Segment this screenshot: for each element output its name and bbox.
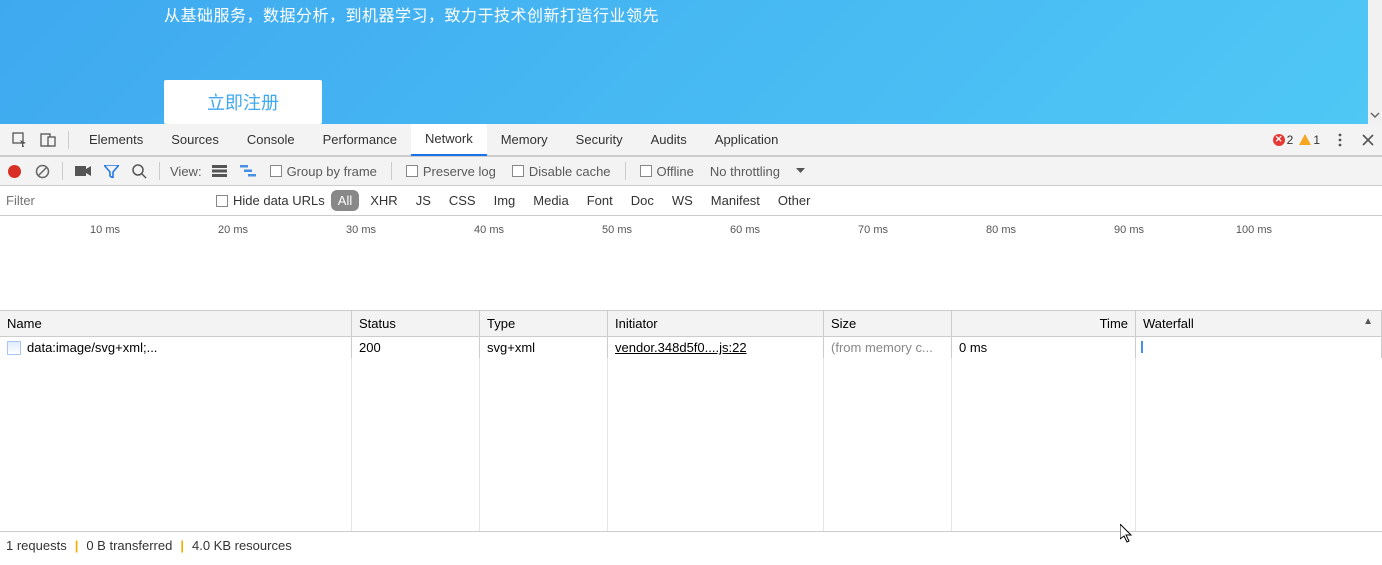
timeline-tick: 80 ms [986, 224, 1016, 236]
col-size[interactable]: Size [824, 311, 952, 336]
timeline-tick: 100 ms [1236, 224, 1272, 236]
hide-data-urls-label: Hide data URLs [233, 193, 325, 208]
hero-subtitle: 从基础服务，数据分析，到机器学习，致力于技术创新打造行业领先 [164, 2, 659, 26]
filter-type-ws[interactable]: WS [665, 190, 700, 211]
tab-audits[interactable]: Audits [637, 124, 701, 156]
file-icon [7, 341, 21, 355]
error-count[interactable]: ✕2 [1273, 133, 1294, 147]
tab-console[interactable]: Console [233, 124, 309, 156]
row-waterfall [1136, 337, 1382, 358]
warning-count[interactable]: 1 [1299, 133, 1320, 147]
clear-icon[interactable] [28, 156, 56, 186]
tab-security[interactable]: Security [562, 124, 637, 156]
col-status[interactable]: Status [352, 311, 480, 336]
filter-type-manifest[interactable]: Manifest [704, 190, 767, 211]
row-size: (from memory c... [824, 337, 952, 358]
row-status: 200 [352, 337, 480, 358]
inspect-element-icon[interactable] [6, 124, 34, 156]
preserve-log-checkbox[interactable]: Preserve log [398, 164, 504, 179]
tab-memory[interactable]: Memory [487, 124, 562, 156]
filter-type-doc[interactable]: Doc [624, 190, 661, 211]
kebab-menu-icon[interactable] [1326, 124, 1354, 156]
filter-icon[interactable] [97, 156, 125, 186]
filter-type-xhr[interactable]: XHR [363, 190, 404, 211]
table-row[interactable]: data:image/svg+xml;... 200svg+xml vendor.3… [0, 337, 1382, 358]
large-rows-icon[interactable] [206, 156, 234, 186]
col-time[interactable]: Time [952, 311, 1136, 336]
error-count-value: 2 [1287, 133, 1294, 147]
col-type[interactable]: Type [480, 311, 608, 336]
camera-icon[interactable] [69, 156, 97, 186]
tab-elements[interactable]: Elements [75, 124, 157, 156]
filter-type-css[interactable]: CSS [442, 190, 483, 211]
filter-type-all[interactable]: All [331, 190, 359, 211]
timeline-tick: 40 ms [474, 224, 504, 236]
row-time: 0 ms [952, 337, 1136, 358]
warning-count-value: 1 [1313, 133, 1320, 147]
page-scrollbar[interactable] [1368, 0, 1382, 124]
timeline-tick: 20 ms [218, 224, 248, 236]
filter-type-media[interactable]: Media [526, 190, 575, 211]
col-waterfall[interactable]: Waterfall▲ [1136, 311, 1382, 336]
sort-up-icon: ▲ [1363, 316, 1373, 327]
filter-type-img[interactable]: Img [487, 190, 523, 211]
row-type: svg+xml [480, 337, 608, 358]
waterfall-view-icon[interactable] [234, 156, 262, 186]
group-by-frame-checkbox[interactable]: Group by frame [262, 164, 385, 179]
timeline-tick: 10 ms [90, 224, 120, 236]
filter-input[interactable] [6, 189, 206, 212]
device-toolbar-icon[interactable] [34, 124, 62, 156]
status-resources: 4.0 KB resources [192, 538, 292, 553]
timeline-tick: 30 ms [346, 224, 376, 236]
register-button[interactable]: 立即注册 [164, 80, 322, 124]
view-label: View: [166, 164, 206, 179]
row-initiator[interactable]: vendor.348d5f0....js:22 [615, 340, 747, 355]
status-requests: 1 requests [6, 538, 67, 553]
filter-type-js[interactable]: JS [409, 190, 438, 211]
filter-type-other[interactable]: Other [771, 190, 818, 211]
timeline-tick: 60 ms [730, 224, 760, 236]
timeline-tick: 70 ms [858, 224, 888, 236]
group-by-frame-label: Group by frame [287, 164, 377, 179]
row-name: data:image/svg+xml;... [27, 340, 157, 355]
timeline-overview[interactable]: 10 ms 20 ms 30 ms 40 ms 50 ms 60 ms 70 ms 80 ms… [0, 216, 1382, 311]
tab-application[interactable]: Application [701, 124, 793, 156]
throttling-select[interactable]: No throttling [702, 164, 813, 179]
close-devtools-icon[interactable] [1354, 124, 1382, 156]
tab-performance[interactable]: Performance [309, 124, 411, 156]
tab-sources[interactable]: Sources [157, 124, 233, 156]
throttling-value: No throttling [710, 164, 780, 179]
offline-label: Offline [657, 164, 694, 179]
chevron-down-icon [1370, 110, 1380, 120]
disable-cache-label: Disable cache [529, 164, 611, 179]
preserve-log-label: Preserve log [423, 164, 496, 179]
timeline-tick: 50 ms [602, 224, 632, 236]
offline-checkbox[interactable]: Offline [632, 164, 702, 179]
filter-type-font[interactable]: Font [580, 190, 620, 211]
mouse-cursor-icon [1120, 524, 1136, 544]
col-initiator[interactable]: Initiator [608, 311, 824, 336]
hide-data-urls-checkbox[interactable]: Hide data URLs [216, 193, 325, 208]
tab-network[interactable]: Network [411, 124, 487, 156]
timeline-tick: 90 ms [1114, 224, 1144, 236]
search-icon[interactable] [125, 156, 153, 186]
record-button[interactable] [0, 156, 28, 186]
col-name[interactable]: Name [0, 311, 352, 336]
status-transferred: 0 B transferred [86, 538, 172, 553]
disable-cache-checkbox[interactable]: Disable cache [504, 164, 619, 179]
